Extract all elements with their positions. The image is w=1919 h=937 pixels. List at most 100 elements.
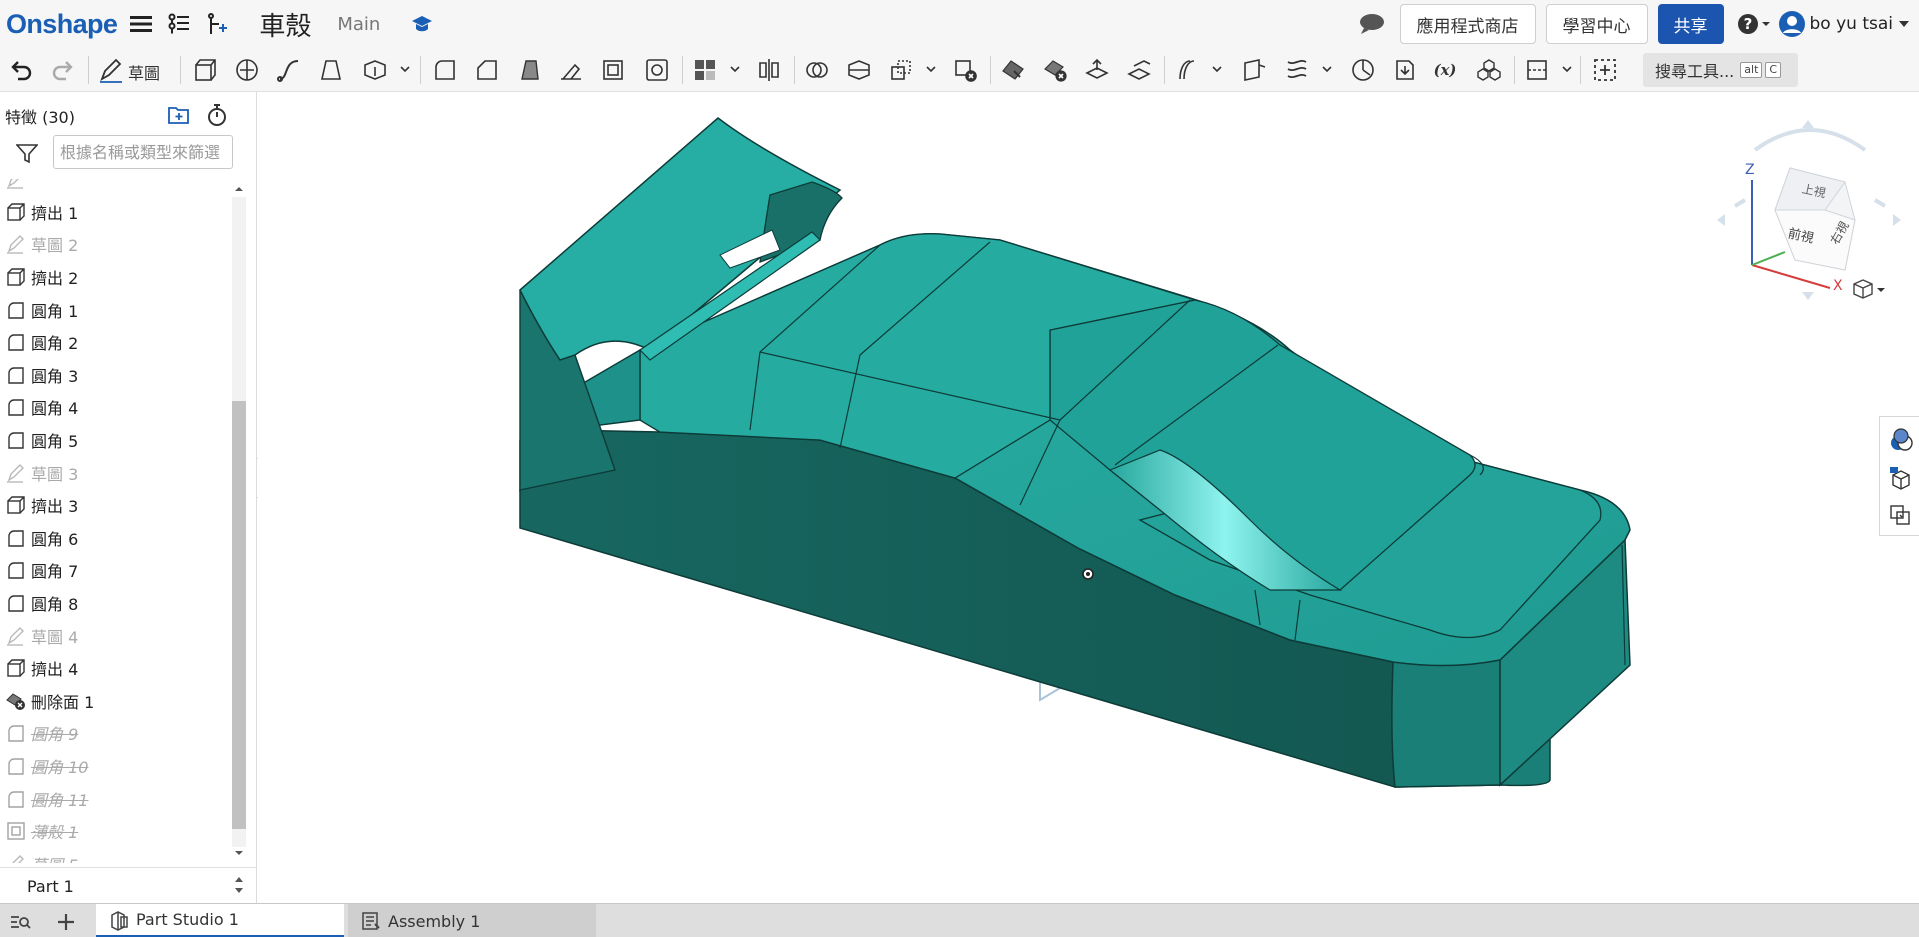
transform-icon[interactable] <box>888 57 914 83</box>
stopwatch-icon[interactable] <box>206 103 228 131</box>
tab-assembly-1[interactable]: Assembly 1 <box>348 904 596 937</box>
rib-icon[interactable] <box>558 57 584 83</box>
delete-part-icon[interactable] <box>952 57 978 83</box>
pattern-icon[interactable] <box>692 57 718 83</box>
mirror-icon[interactable] <box>756 57 782 83</box>
app-store-button[interactable]: 應用程式商店 <box>1399 4 1536 44</box>
share-button[interactable]: 共享 <box>1657 4 1724 44</box>
comments-icon[interactable] <box>1358 10 1386 38</box>
part-item[interactable]: Part 1 <box>27 877 74 896</box>
help-icon[interactable]: ? <box>1736 10 1770 38</box>
filter-icon[interactable] <box>15 144 39 168</box>
chevron-down-icon[interactable] <box>926 64 936 74</box>
chevron-down-icon[interactable] <box>730 64 740 74</box>
feature-item[interactable]: 圓角 7 <box>0 554 228 587</box>
feature-item[interactable]: 擠出 3 <box>0 489 228 522</box>
move-face-icon[interactable] <box>1084 57 1110 83</box>
feature-item[interactable] <box>0 179 228 196</box>
scroll-up-arrow-icon[interactable] <box>233 183 245 195</box>
helix-icon[interactable] <box>1284 57 1310 83</box>
thicken-icon[interactable] <box>362 57 388 83</box>
scrollbar-thumb[interactable] <box>232 401 246 829</box>
replace-face-icon[interactable] <box>1126 57 1152 83</box>
extrude-icon[interactable] <box>192 57 218 83</box>
feature-item[interactable]: 圓角 5 <box>0 424 228 457</box>
hole-icon[interactable] <box>644 57 670 83</box>
sketch-button-label[interactable]: 草圖 <box>128 60 160 84</box>
tab-manager-icon[interactable] <box>9 911 31 933</box>
feature-item[interactable]: 擠出 2 <box>0 261 228 294</box>
import-icon[interactable] <box>1392 57 1418 83</box>
feature-item[interactable]: 圓角 2 <box>0 326 228 359</box>
feature-item[interactable]: 草圖 5 <box>0 847 228 863</box>
chamfer-icon[interactable] <box>474 57 500 83</box>
offset-surface-icon[interactable] <box>1174 57 1200 83</box>
section-view-icon[interactable] <box>1524 57 1550 83</box>
delete-face-icon[interactable] <box>1042 57 1068 83</box>
feature-item[interactable]: 草圖 4 <box>0 619 228 652</box>
chevron-down-icon[interactable] <box>1562 64 1572 74</box>
feature-item[interactable]: 圓角 9 <box>0 717 228 750</box>
part-structure-icon[interactable] <box>1888 465 1914 491</box>
redo-icon[interactable] <box>50 57 76 83</box>
car-body-model[interactable] <box>258 92 1919 903</box>
user-name[interactable]: bo yu tsai <box>1810 14 1894 34</box>
chevron-down-icon[interactable] <box>1895 10 1913 38</box>
undo-icon[interactable] <box>8 57 34 83</box>
plane-icon[interactable] <box>1242 57 1268 83</box>
parts-scroll-icon[interactable] <box>233 874 245 896</box>
feature-item[interactable]: 圓角 1 <box>0 293 228 326</box>
feature-item[interactable]: 擠出 1 <box>0 196 228 229</box>
draft-icon[interactable] <box>516 57 542 83</box>
learning-cap-icon[interactable] <box>408 10 436 38</box>
feature-item[interactable]: 草圖 3 <box>0 456 228 489</box>
add-tab-icon[interactable] <box>55 911 77 933</box>
feature-item[interactable]: 圓角 3 <box>0 359 228 392</box>
appearance-icon[interactable] <box>1888 427 1914 453</box>
feature-item[interactable]: 薄殼 1 <box>0 815 228 848</box>
feature-item[interactable]: 圓角 10 <box>0 750 228 783</box>
chevron-down-icon[interactable] <box>1212 64 1222 74</box>
measure-icon[interactable] <box>1350 57 1376 83</box>
feature-item[interactable]: 草圖 2 <box>0 228 228 261</box>
graphics-viewport[interactable]: 上視 前視 右視 Z X <box>258 92 1919 903</box>
chevron-down-icon[interactable] <box>1322 64 1332 74</box>
feature-list: 擠出 1 草圖 2 擠出 2 圓角 1 圓角 2 圓角 3 圓角 4 圓角 5 草圖 3 擠出 3… <box>0 179 228 863</box>
configurations-icon[interactable] <box>1888 503 1914 529</box>
fillet-icon[interactable] <box>432 57 458 83</box>
feature-item[interactable]: 圓角 6 <box>0 522 228 555</box>
learning-center-button[interactable]: 學習中心 <box>1545 4 1648 44</box>
sketch-icon[interactable] <box>98 57 124 83</box>
onshape-logo[interactable]: Onshape <box>6 9 118 40</box>
view-options-icon[interactable] <box>1851 278 1885 304</box>
split-icon[interactable] <box>846 57 872 83</box>
add-custom-feature-icon[interactable] <box>1592 57 1618 83</box>
feature-item[interactable]: 刪除面 1 <box>0 685 228 718</box>
sweep-icon[interactable] <box>276 57 302 83</box>
revolve-icon[interactable] <box>234 57 260 83</box>
loft-icon[interactable] <box>318 57 344 83</box>
versions-history-icon[interactable] <box>165 10 193 38</box>
feature-item[interactable]: 圓角 4 <box>0 391 228 424</box>
boolean-icon[interactable] <box>804 57 830 83</box>
modify-fillet-icon[interactable] <box>1000 57 1026 83</box>
toolbar-separator <box>1164 56 1165 84</box>
cube-cluster-icon[interactable] <box>1476 57 1502 83</box>
hamburger-menu-icon[interactable] <box>127 10 155 38</box>
tab-part-studio-1[interactable]: Part Studio 1 <box>96 904 344 937</box>
feature-item[interactable]: 圓角 11 <box>0 782 228 815</box>
document-title[interactable]: 車殼 <box>259 6 311 43</box>
scroll-down-arrow-icon[interactable] <box>233 847 245 859</box>
insert-branch-icon[interactable] <box>203 10 231 38</box>
feature-filter-input[interactable] <box>53 135 233 169</box>
feature-item[interactable]: 圓角 8 <box>0 587 228 620</box>
variable-icon[interactable]: (x) <box>1432 57 1462 83</box>
search-tools-button[interactable]: 搜尋工具... alt C <box>1643 53 1798 87</box>
feature-item[interactable]: 擠出 4 <box>0 652 228 685</box>
workspace-name[interactable]: Main <box>337 14 380 35</box>
add-folder-icon[interactable] <box>167 104 191 130</box>
user-avatar-icon[interactable] <box>1778 10 1806 38</box>
feature-list-scrollbar[interactable] <box>230 179 246 863</box>
shell-icon[interactable] <box>600 57 626 83</box>
chevron-down-icon[interactable] <box>400 64 410 74</box>
